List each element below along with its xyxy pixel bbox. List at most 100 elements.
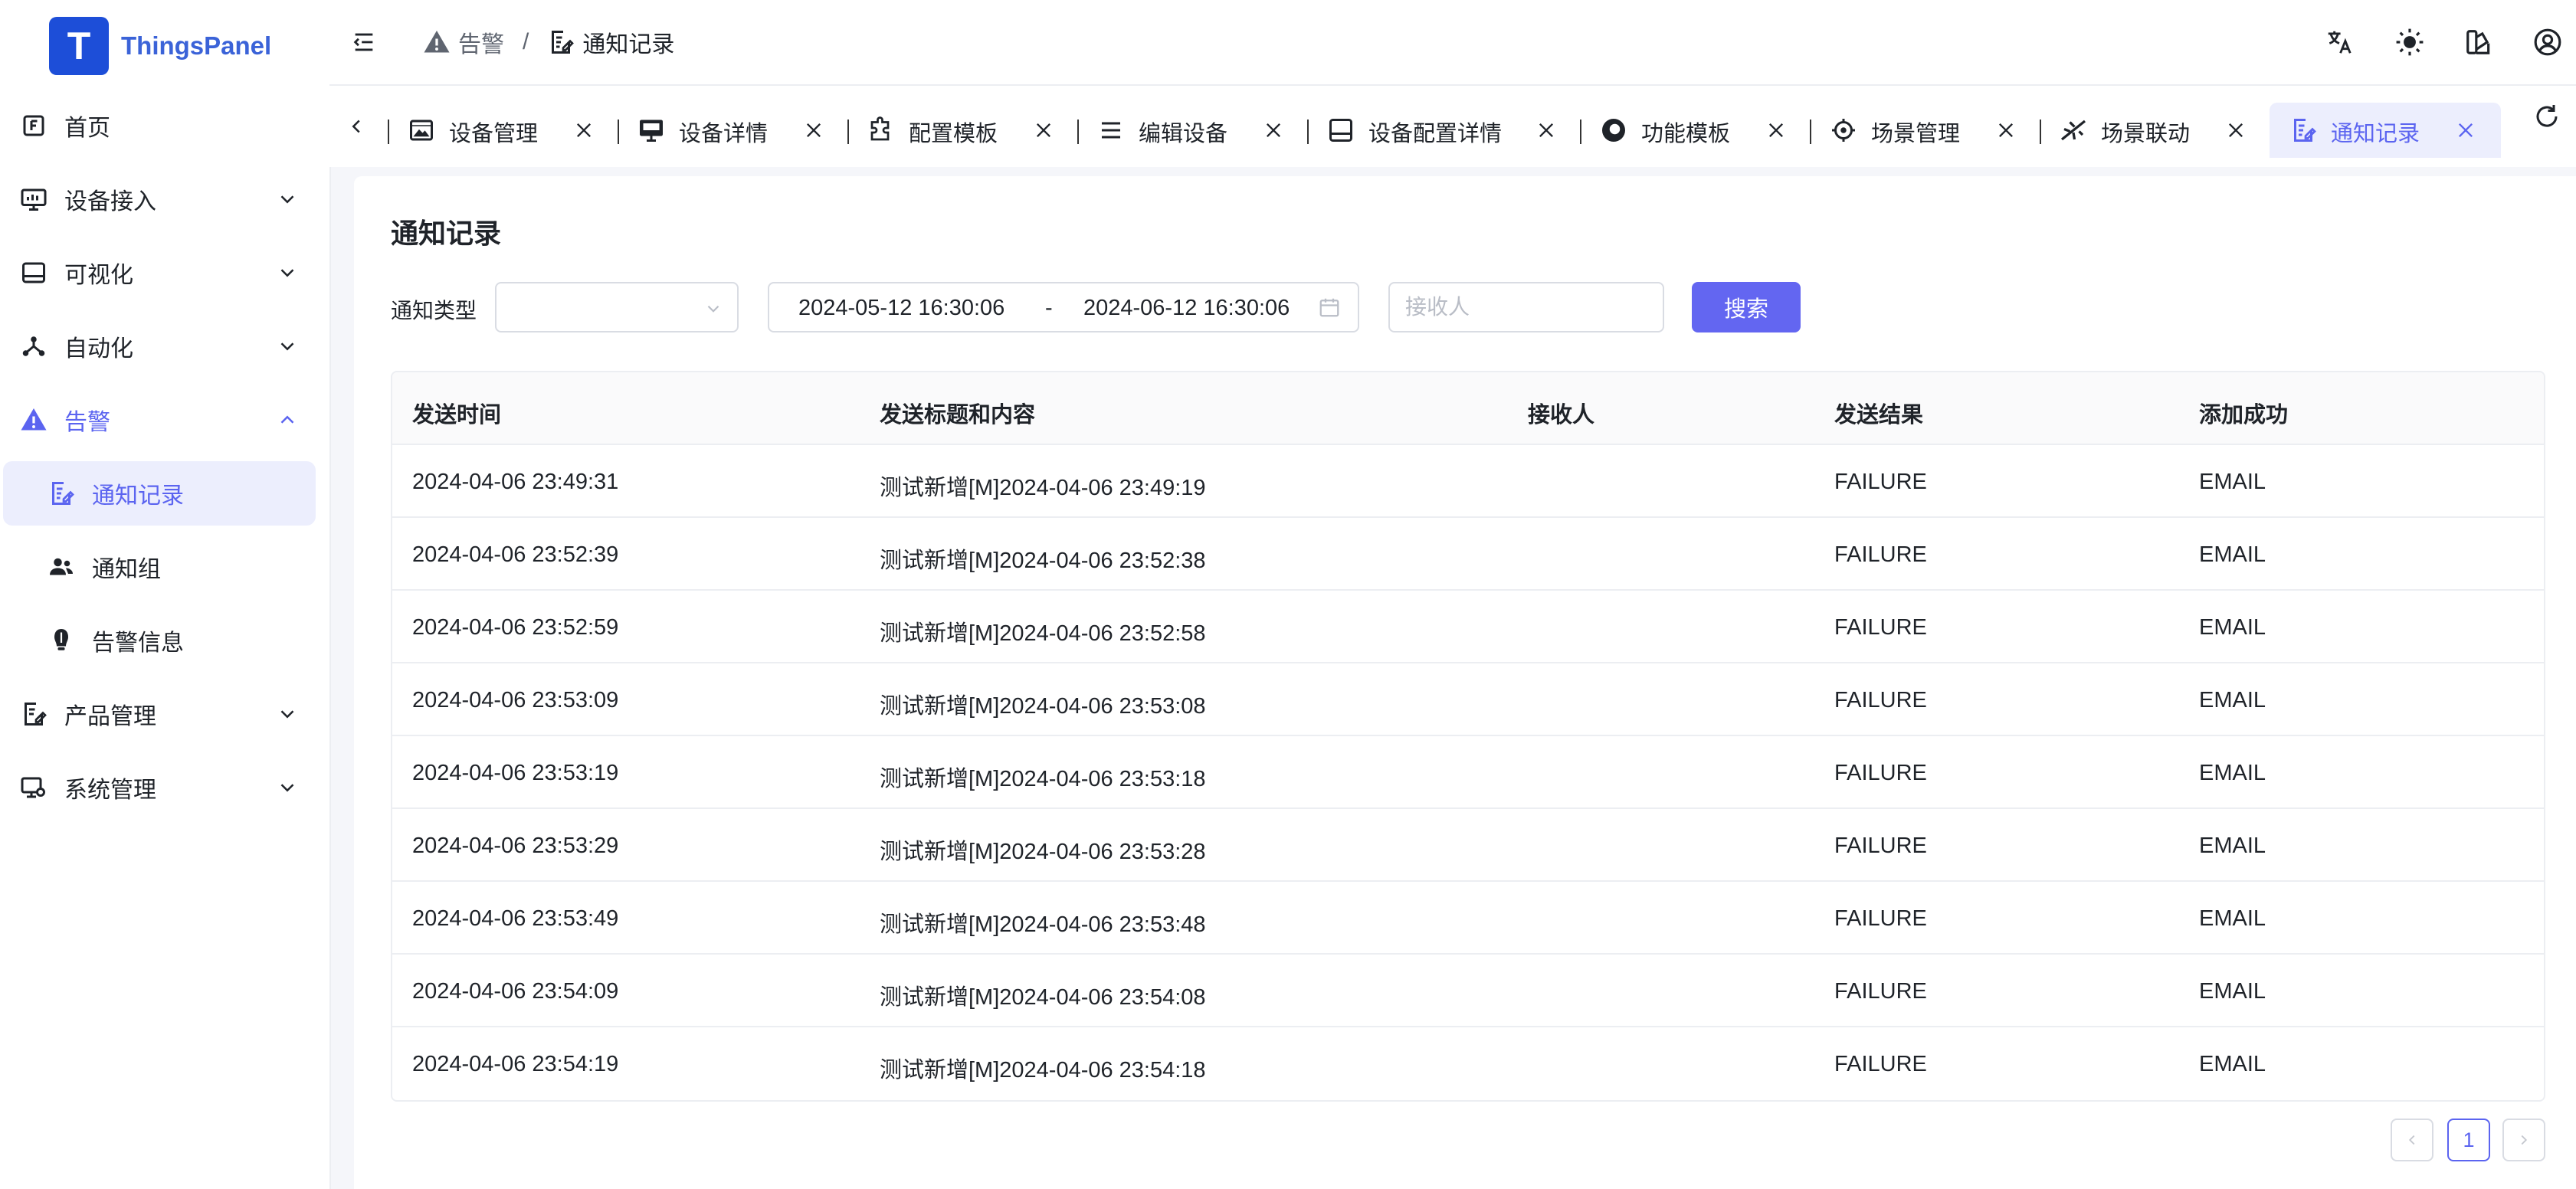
refresh-icon[interactable] [2533, 103, 2561, 130]
device-screen-icon [640, 120, 663, 142]
sidebar-item-product-management[interactable]: 产品管理 [0, 682, 316, 746]
column-header-added: 添加成功 [2199, 403, 2289, 427]
column-header-receiver: 接收人 [1528, 403, 1595, 427]
tab-label: 通知记录 [2331, 122, 2420, 146]
translate-icon[interactable] [2325, 28, 2354, 57]
sidebar-item-automation[interactable]: 自动化 [0, 314, 316, 378]
close-icon[interactable] [1765, 120, 1787, 141]
cell-send-time: 2024-04-06 23:54:19 [412, 1052, 619, 1076]
tab-edit-device[interactable]: 编辑设备 [1077, 103, 1307, 158]
breadcrumb-parent[interactable]: 告警 [458, 25, 504, 59]
table-row: 2024-04-06 23:54:09 测试新增[M]2024-04-06 23… [392, 955, 2544, 1027]
tab-label: 配置模板 [909, 122, 998, 146]
menu-icon [1102, 122, 1120, 139]
note-edit-icon [2294, 119, 2316, 142]
sidebar-item-device-access[interactable]: 设备接入 [0, 167, 316, 231]
chevron-down-icon [707, 305, 719, 313]
sidebar-item-visualization[interactable]: 可视化 [0, 241, 316, 305]
sidebar-item-system-management[interactable]: 系统管理 [0, 755, 316, 820]
tab-device-details[interactable]: 设备详情 [618, 103, 847, 158]
tab-label: 编辑设备 [1139, 122, 1228, 146]
chevron-down-icon [280, 269, 294, 277]
date-range-picker[interactable]: 2024-05-12 16:30:06 - 2024-06-12 16:30:0… [768, 282, 1359, 332]
menu-collapse-icon[interactable] [351, 29, 377, 55]
alarm-bulb-icon [54, 629, 68, 650]
cell-result: FAILURE [1834, 834, 1927, 858]
tab-notification-records[interactable]: 通知记录 [2270, 103, 2501, 158]
table-row: 2024-04-06 23:52:39 测试新增[M]2024-04-06 23… [392, 518, 2544, 591]
sidebar-item-label: 可视化 [64, 263, 133, 288]
sidebar-item-label: 告警信息 [92, 631, 184, 656]
tab-label: 设备配置详情 [1368, 122, 1503, 146]
close-icon[interactable] [573, 120, 595, 141]
logo-letter: T [67, 25, 91, 67]
close-icon[interactable] [1033, 120, 1054, 141]
sidebar-item-label: 首页 [64, 116, 110, 141]
close-icon[interactable] [1535, 120, 1557, 141]
cell-result: FAILURE [1834, 688, 1927, 712]
cell-title-content: 测试新增[M]2024-04-06 23:53:18 [880, 767, 1206, 791]
pagination-next-button[interactable] [2502, 1119, 2545, 1161]
pagination-prev-button[interactable] [2391, 1119, 2433, 1161]
close-icon[interactable] [2455, 120, 2476, 141]
theme-palette-icon[interactable] [2464, 28, 2493, 57]
sidebar-item-label: 告警 [64, 410, 110, 435]
user-avatar-icon[interactable] [2533, 28, 2562, 57]
cell-added: EMAIL [2199, 761, 2266, 785]
notification-type-select[interactable] [495, 282, 739, 332]
cell-result: FAILURE [1834, 761, 1927, 785]
app-logo[interactable]: T ThingsPanel [49, 17, 271, 75]
sidebar-item-label: 设备接入 [64, 189, 156, 215]
sidebar-item-notification-group[interactable]: 通知组 [0, 535, 316, 599]
cell-added: EMAIL [2199, 834, 2266, 858]
date-end[interactable]: 2024-06-12 16:30:06 [1083, 296, 1290, 321]
settings-icon [1832, 119, 1855, 142]
network-icon [22, 336, 45, 356]
cell-send-time: 2024-04-06 23:52:39 [412, 542, 619, 567]
tab-scene-linkage[interactable]: 场景联动 [2040, 103, 2270, 158]
sidebar-item-label: 系统管理 [64, 778, 156, 803]
close-icon[interactable] [803, 120, 824, 141]
image-icon [410, 120, 433, 141]
close-icon[interactable] [1263, 120, 1284, 141]
top-header: 告警 / 通知记录 [329, 0, 2576, 86]
receiver-input[interactable] [1388, 282, 1664, 332]
chevron-left-icon [2408, 1135, 2415, 1145]
tab-device-config-details[interactable]: 设备配置详情 [1307, 103, 1580, 158]
sidebar-item-home[interactable]: 首页 [0, 93, 316, 158]
tab-scene-management[interactable]: 场景管理 [1810, 103, 2040, 158]
table-row: 2024-04-06 23:54:19 测试新增[M]2024-04-06 23… [392, 1027, 2544, 1100]
date-start[interactable]: 2024-05-12 16:30:06 [798, 296, 1005, 321]
warning-icon [424, 31, 450, 53]
cell-added: EMAIL [2199, 906, 2266, 931]
tab-label: 场景管理 [1871, 122, 1961, 146]
cell-added: EMAIL [2199, 615, 2266, 640]
sidebar-item-alarm[interactable]: 告警 [0, 388, 316, 452]
sidebar-item-label: 产品管理 [64, 704, 156, 729]
tab-function-template[interactable]: 功能模板 [1580, 103, 1810, 158]
cell-result: FAILURE [1834, 470, 1927, 494]
tab-device-management[interactable]: 设备管理 [388, 103, 618, 158]
table-row: 2024-04-06 23:53:09 测试新增[M]2024-04-06 23… [392, 663, 2544, 736]
tab-bar: 设备管理 设备详情 配置模板 编辑设备 设备配置详情 功能模板 场景管理 场景联… [329, 86, 2576, 167]
tab-separator [1307, 120, 1309, 144]
cell-result: FAILURE [1834, 542, 1927, 567]
tab-config-template[interactable]: 配置模板 [847, 103, 1077, 158]
search-button[interactable]: 搜索 [1692, 282, 1801, 332]
close-icon[interactable] [2225, 120, 2247, 141]
cell-send-time: 2024-04-06 23:49:31 [412, 470, 619, 494]
close-icon[interactable] [1995, 120, 2017, 141]
table-row: 2024-04-06 23:53:29 测试新增[M]2024-04-06 23… [392, 809, 2544, 882]
sidebar-item-alarm-info[interactable]: 告警信息 [0, 608, 316, 673]
cell-result: FAILURE [1834, 979, 1927, 1004]
cell-send-time: 2024-04-06 23:53:49 [412, 906, 619, 931]
calendar-icon [1319, 298, 1339, 317]
cell-added: EMAIL [2199, 979, 2266, 1004]
pagination-page-button[interactable]: 1 [2447, 1119, 2490, 1161]
sun-icon[interactable] [2395, 28, 2424, 57]
tab-label: 设备详情 [679, 122, 769, 146]
chevron-left-icon[interactable] [345, 115, 368, 138]
sidebar-item-notification-records[interactable]: 通知记录 [3, 461, 316, 526]
tablet-icon [1329, 119, 1352, 142]
column-header-result: 发送结果 [1834, 403, 1924, 427]
